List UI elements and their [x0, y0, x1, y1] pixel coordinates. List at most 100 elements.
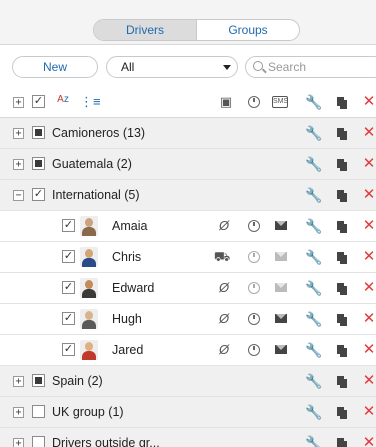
clock-icon[interactable] — [248, 282, 260, 294]
mail-icon[interactable] — [275, 252, 287, 261]
no-vehicle-icon[interactable]: Ø — [215, 310, 233, 328]
clock-icon[interactable] — [248, 251, 260, 263]
new-button[interactable]: New — [12, 56, 98, 78]
truck-icon[interactable]: ⛟ — [213, 248, 231, 266]
driver-checkbox[interactable]: ✓ — [62, 250, 75, 263]
copy-icon[interactable] — [337, 221, 347, 233]
mail-icon[interactable] — [275, 221, 287, 230]
delete-icon[interactable]: ✕ — [360, 155, 376, 173]
group-checkbox[interactable] — [32, 126, 45, 139]
wrench-icon[interactable]: 🔧 — [305, 155, 323, 173]
driver-row[interactable]: ✓ Edward Ø 🔧 ✕ — [0, 273, 376, 304]
wrench-icon: 🔧 — [305, 94, 323, 110]
clock-icon[interactable] — [248, 344, 260, 356]
copy-icon[interactable] — [337, 190, 347, 202]
avatar-body — [82, 289, 96, 298]
group-checkbox[interactable]: ✓ — [32, 188, 45, 201]
select-all-checkbox[interactable]: ✓ — [32, 95, 45, 108]
expand-toggle[interactable]: + — [13, 376, 24, 387]
copy-icon[interactable] — [337, 283, 347, 295]
group-label: Spain (2) — [52, 374, 103, 388]
group-row[interactable]: + Guatemala (2) 🔧 ✕ — [0, 149, 376, 180]
mail-icon[interactable] — [275, 283, 287, 292]
copy-icon[interactable] — [337, 345, 347, 357]
copy-icon[interactable] — [337, 376, 347, 388]
avatar-head — [85, 311, 93, 320]
group-checkbox[interactable] — [32, 436, 45, 447]
delete-icon[interactable]: ✕ — [360, 434, 376, 447]
group-row[interactable]: − ✓ International (5) 🔧 ✕ — [0, 180, 376, 211]
copy-icon[interactable] — [337, 314, 347, 326]
copy-icon[interactable] — [337, 438, 347, 447]
driver-name: Edward — [112, 281, 155, 295]
filter-select[interactable]: All — [106, 56, 238, 78]
driver-row[interactable]: ✓ Amaia Ø 🔧 ✕ — [0, 211, 376, 242]
driver-row[interactable]: ✓ Hugh Ø 🔧 ✕ — [0, 304, 376, 335]
driver-name: Jared — [112, 343, 144, 357]
delete-icon[interactable]: ✕ — [360, 279, 376, 297]
tab-drivers[interactable]: Drivers — [94, 20, 196, 40]
copy-icon[interactable] — [337, 128, 347, 140]
expand-toggle[interactable]: − — [13, 190, 24, 201]
group-checkbox[interactable] — [32, 157, 45, 170]
wrench-icon[interactable]: 🔧 — [305, 403, 323, 421]
avatar — [80, 247, 98, 267]
expand-toggle[interactable]: + — [13, 438, 24, 447]
delete-icon[interactable]: ✕ — [360, 372, 376, 390]
avatar — [80, 340, 98, 360]
avatar-body — [82, 227, 96, 236]
wrench-icon[interactable]: 🔧 — [305, 279, 323, 297]
wrench-icon[interactable]: 🔧 — [305, 124, 323, 142]
delete-icon[interactable]: ✕ — [360, 341, 376, 359]
driver-checkbox[interactable]: ✓ — [62, 312, 75, 325]
delete-icon[interactable]: ✕ — [360, 217, 376, 235]
delete-icon[interactable]: ✕ — [360, 310, 376, 328]
sort-az-icon[interactable]: Az — [52, 95, 74, 113]
search-input[interactable]: Search — [245, 56, 376, 78]
wrench-icon[interactable]: 🔧 — [305, 310, 323, 328]
wrench-icon[interactable]: 🔧 — [305, 217, 323, 235]
wrench-icon[interactable]: 🔧 — [305, 186, 323, 204]
expand-toggle[interactable]: + — [13, 407, 24, 418]
expand-all-button[interactable]: + — [13, 97, 24, 108]
delete-icon[interactable]: ✕ — [360, 124, 376, 142]
copy-icon[interactable] — [337, 252, 347, 264]
group-row[interactable]: + UK group (1) 🔧 ✕ — [0, 397, 376, 428]
group-checkbox[interactable] — [32, 374, 45, 387]
chevron-down-icon — [223, 65, 231, 70]
no-vehicle-icon[interactable]: Ø — [215, 341, 233, 359]
tab-groups[interactable]: Groups — [197, 20, 299, 40]
copy-icon[interactable] — [337, 407, 347, 419]
clock-icon[interactable] — [248, 313, 260, 325]
expand-toggle[interactable]: + — [13, 128, 24, 139]
list-header: + ✓ Az ⋮≡ ▣ SMS 🔧 ✕ — [0, 87, 376, 118]
delete-icon[interactable]: ✕ — [360, 186, 376, 204]
group-checkbox[interactable] — [32, 405, 45, 418]
wrench-icon[interactable]: 🔧 — [305, 372, 323, 390]
delete-icon[interactable]: ✕ — [360, 403, 376, 421]
group-row[interactable]: + Spain (2) 🔧 ✕ — [0, 366, 376, 397]
tree-icon[interactable]: ⋮≡ — [80, 93, 101, 111]
wrench-icon[interactable]: 🔧 — [305, 341, 323, 359]
avatar-body — [82, 258, 96, 267]
group-row[interactable]: + Drivers outside gr... 🔧 ✕ — [0, 428, 376, 447]
copy-icon[interactable] — [337, 159, 347, 171]
avatar — [80, 309, 98, 329]
driver-row[interactable]: ✓ Jared Ø 🔧 ✕ — [0, 335, 376, 366]
clock-icon[interactable] — [248, 220, 260, 232]
driver-row[interactable]: ✓ Chris ⛟ 🔧 ✕ — [0, 242, 376, 273]
driver-checkbox[interactable]: ✓ — [62, 343, 75, 356]
no-vehicle-icon[interactable]: Ø — [215, 217, 233, 235]
wrench-icon[interactable]: 🔧 — [305, 434, 323, 447]
expand-toggle[interactable]: + — [13, 159, 24, 170]
wrench-icon[interactable]: 🔧 — [305, 248, 323, 266]
mail-icon[interactable] — [275, 314, 287, 323]
no-vehicle-icon[interactable]: Ø — [215, 279, 233, 297]
group-row[interactable]: + Camioneros (13) 🔧 ✕ — [0, 118, 376, 149]
toolbar: New All Search — [0, 52, 376, 84]
driver-checkbox[interactable]: ✓ — [62, 219, 75, 232]
delete-icon[interactable]: ✕ — [360, 248, 376, 266]
mail-icon[interactable] — [275, 345, 287, 354]
avatar-head — [85, 249, 93, 258]
driver-checkbox[interactable]: ✓ — [62, 281, 75, 294]
